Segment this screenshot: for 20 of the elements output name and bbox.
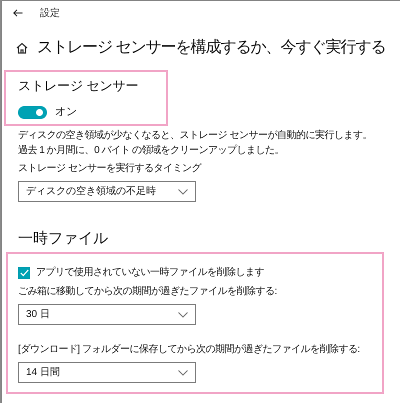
chevron-down-icon [178,188,188,194]
field-label: ストレージ センサーを実行するタイミング [18,162,202,176]
checkbox[interactable] [18,267,30,279]
field-label: [ダウンロード] フォルダーに保存してから次の期間が過ぎたファイルを削除する: [18,342,361,357]
toggle-label: オン [55,105,77,120]
home-icon[interactable] [16,42,28,54]
section-heading: ストレージ センサー [18,78,140,94]
dropdown[interactable]: 30 日 [18,304,196,325]
window-title: 設定 [40,6,60,20]
page-title: ストレージ センサーを構成するか、今すぐ実行する [37,38,386,58]
field-label: ごみ箱に移動してから次の期間が過ぎたファイルを削除する: [18,284,278,299]
chevron-down-icon [178,312,188,318]
dropdown[interactable]: 14 日間 [18,362,196,383]
chevron-down-icon [178,370,188,376]
description-text: ディスクの空き領域が少なくなると、ストレージ センサーが自動的に実行します。過去 1 か月間に、0 バイト の領域をクリーンアップしました。 [18,128,373,158]
checkbox-label: アプリで使用されていない一時ファイルを削除します [36,266,264,280]
toggle-switch[interactable] [18,106,47,119]
back-arrow-icon[interactable] [13,9,23,17]
section-heading: 一時ファイル [18,230,109,248]
dropdown[interactable]: ディスクの空き領域の不足時 [18,181,196,202]
